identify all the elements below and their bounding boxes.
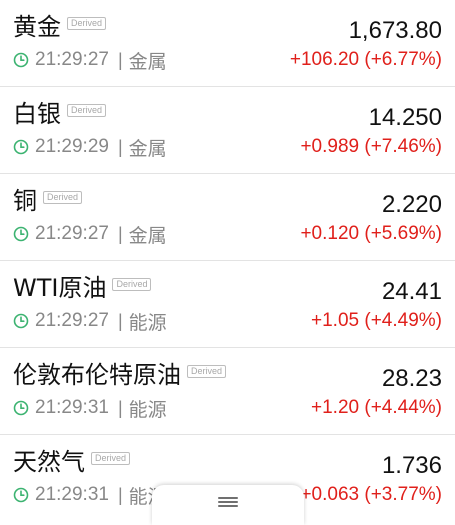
quote-row-gold[interactable]: 黄金 Derived 21:29:27 | 金属 1,673.80 +106.2… [0,0,455,87]
name-line: 白银 Derived [13,99,107,129]
price-change: +0.063 (+3.77%) [300,484,442,505]
separator: | [117,49,123,70]
quote-list: 黄金 Derived 21:29:27 | 金属 1,673.80 +106.2… [0,0,455,522]
clock-icon [13,313,29,329]
price: 28.23 [381,365,442,392]
clock-icon [13,139,29,155]
meta-line: 21:29:31 | 能源 [13,483,167,508]
meta-line: 21:29:31 | 能源 [13,396,167,421]
category-label: 金属 [128,50,167,73]
instrument-name: 伦敦布伦特原油 [13,361,181,389]
price: 1.736 [381,452,442,479]
derived-badge: Derived [67,103,107,117]
quote-time: 21:29:29 [35,136,109,157]
price-change: +1.05 (+4.49%) [311,310,442,331]
name-line: 黄金 Derived [13,12,107,42]
instrument-name: 黄金 [13,13,61,41]
instrument-name: 铜 [13,187,37,215]
separator: | [117,223,123,244]
price-change: +1.20 (+4.44%) [311,397,442,418]
category-label: 金属 [128,224,167,247]
clock-icon [13,487,29,503]
quote-time: 21:29:27 [35,310,109,331]
derived-badge: Derived [112,277,152,291]
separator: | [117,484,123,505]
quote-row-silver[interactable]: 白银 Derived 21:29:29 | 金属 14.250 +0.989 (… [0,87,455,174]
quote-row-copper[interactable]: 铜 Derived 21:29:27 | 金属 2.220 +0.120 (+5… [0,174,455,261]
derived-badge: Derived [67,16,107,30]
quote-time: 21:29:27 [35,49,109,70]
separator: | [117,136,123,157]
category-label: 能源 [128,311,167,334]
price: 2.220 [381,191,442,218]
meta-line: 21:29:29 | 金属 [13,135,167,160]
quote-time: 21:29:27 [35,223,109,244]
derived-badge: Derived [187,364,227,378]
clock-icon [13,400,29,416]
quote-time: 21:29:31 [35,397,109,418]
instrument-name: 天然气 [13,448,85,476]
price-change: +0.989 (+7.46%) [300,136,442,157]
name-line: 伦敦布伦特原油 Derived [13,360,227,390]
name-line: 铜 Derived [13,186,83,216]
bottom-menu-handle[interactable] [152,485,304,525]
separator: | [117,310,123,331]
derived-badge: Derived [91,451,131,465]
meta-line: 21:29:27 | 能源 [13,309,167,334]
price-change: +0.120 (+5.69%) [300,223,442,244]
clock-icon [13,226,29,242]
category-label: 能源 [128,398,167,421]
menu-handle-icon [218,497,238,507]
price: 24.41 [381,278,442,305]
clock-icon [13,52,29,68]
quote-row-wti-crude[interactable]: WTI原油 Derived 21:29:27 | 能源 24.41 +1.05 … [0,261,455,348]
name-line: WTI原油 Derived [13,273,152,303]
instrument-name: 白银 [13,100,61,128]
price: 14.250 [368,104,442,131]
meta-line: 21:29:27 | 金属 [13,222,167,247]
price: 1,673.80 [348,17,442,44]
derived-badge: Derived [43,190,83,204]
instrument-name: WTI原油 [13,274,107,302]
name-line: 天然气 Derived [13,447,131,477]
quote-row-brent-crude[interactable]: 伦敦布伦特原油 Derived 21:29:31 | 能源 28.23 +1.2… [0,348,455,435]
meta-line: 21:29:27 | 金属 [13,48,167,73]
price-change: +106.20 (+6.77%) [289,49,442,70]
separator: | [117,397,123,418]
category-label: 金属 [128,137,167,160]
quote-time: 21:29:31 [35,484,109,505]
